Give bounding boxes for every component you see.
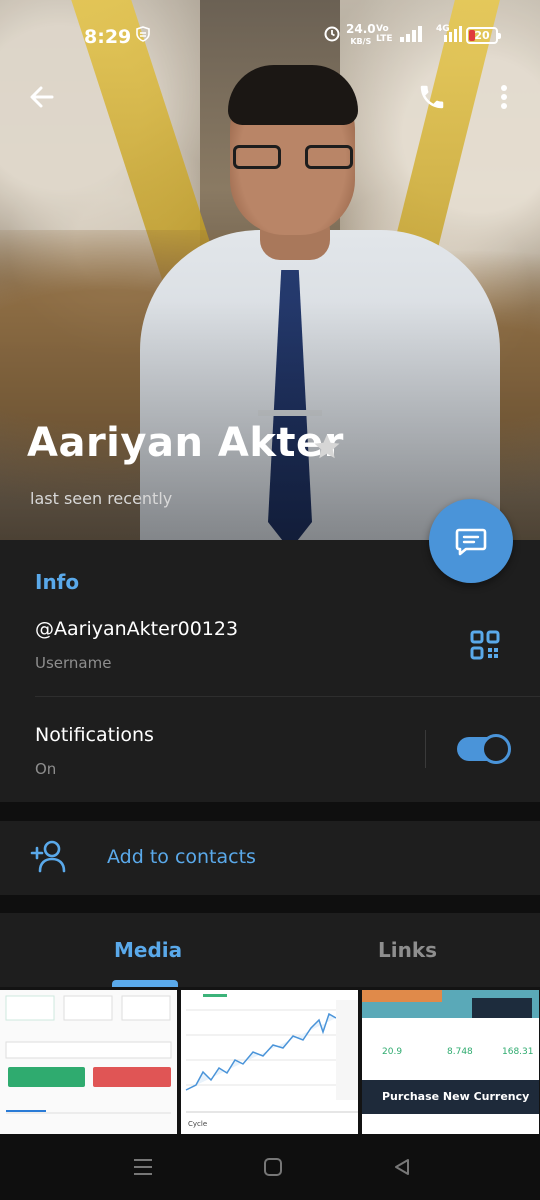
username-value[interactable]: @AariyanAkter00123 — [35, 618, 238, 640]
svg-text:168.31: 168.31 — [502, 1047, 534, 1057]
arrow-left-icon — [30, 86, 54, 108]
tab-media[interactable]: Media — [114, 938, 182, 962]
alarm-icon — [323, 24, 341, 47]
info-title: Info — [35, 570, 80, 594]
media-thumbnail[interactable]: Cycle — [181, 990, 358, 1134]
media-grid: Cycle 20.9 8.748 168.31 Purchase New Cur… — [0, 987, 540, 1134]
network-speed-value: 24.0 — [346, 22, 376, 36]
vertical-separator — [425, 730, 426, 768]
battery-icon: 20 — [466, 27, 501, 44]
volte-indicator: Vo LTE — [376, 24, 393, 44]
triangle-back-icon — [395, 1159, 409, 1175]
section-gap — [0, 895, 540, 913]
svg-text:20.9: 20.9 — [382, 1047, 402, 1057]
section-gap — [0, 802, 540, 821]
svg-text:8.748: 8.748 — [447, 1047, 473, 1057]
message-fab[interactable] — [429, 499, 513, 583]
thumb-caption: Cycle — [188, 1120, 208, 1128]
phone-icon — [420, 85, 444, 109]
signal-icon-2 — [444, 26, 462, 47]
recent-apps-button[interactable] — [128, 1154, 158, 1180]
vpn-icon — [135, 26, 151, 46]
notifications-toggle[interactable] — [457, 734, 511, 764]
tab-links[interactable]: Links — [378, 938, 437, 962]
thumb-banner-text: Purchase New Currency — [382, 1090, 530, 1103]
menu-icon — [134, 1159, 152, 1175]
battery-level: 20 — [474, 29, 490, 42]
system-nav-bar — [0, 1134, 540, 1200]
profile-header: 8:29 24.0 KB/S Vo LTE 4G 20 Aariyan Akte… — [0, 0, 540, 540]
volte-bottom: LTE — [376, 34, 393, 44]
volte-top: Vo — [376, 24, 389, 34]
network-speed: 24.0 KB/S — [346, 22, 376, 47]
toggle-knob — [481, 734, 511, 764]
username-label: Username — [35, 654, 112, 672]
home-button[interactable] — [258, 1154, 288, 1180]
call-button[interactable] — [410, 75, 454, 119]
add-to-contacts-row[interactable]: Add to contacts — [0, 821, 540, 895]
last-seen-status: last seen recently — [30, 489, 173, 508]
qr-code-button[interactable] — [470, 630, 500, 664]
star-icon[interactable] — [312, 432, 342, 466]
back-button[interactable] — [20, 75, 64, 119]
media-thumbnail[interactable] — [0, 990, 177, 1134]
home-icon — [264, 1158, 282, 1176]
network-speed-unit: KB/S — [350, 37, 372, 46]
add-to-contacts-label: Add to contacts — [107, 846, 256, 868]
status-time: 8:29 — [84, 26, 132, 48]
signal-icon — [400, 26, 424, 47]
media-tabs: Media Links — [0, 913, 540, 987]
qr-code-icon — [470, 630, 500, 660]
profile-name: Aariyan Akter — [27, 420, 344, 466]
notifications-label[interactable]: Notifications — [35, 724, 154, 746]
back-nav-button[interactable] — [387, 1154, 417, 1180]
more-vertical-icon — [501, 85, 507, 109]
status-bar: 8:29 24.0 KB/S Vo LTE 4G 20 — [0, 20, 540, 54]
media-thumbnail[interactable]: 20.9 8.748 168.31 Purchase New Currency — [362, 990, 539, 1134]
more-button[interactable] — [482, 75, 526, 119]
add-user-icon — [30, 839, 70, 879]
message-icon — [455, 528, 487, 556]
tab-indicator — [112, 980, 178, 987]
notifications-value: On — [35, 760, 57, 778]
divider — [35, 696, 540, 697]
